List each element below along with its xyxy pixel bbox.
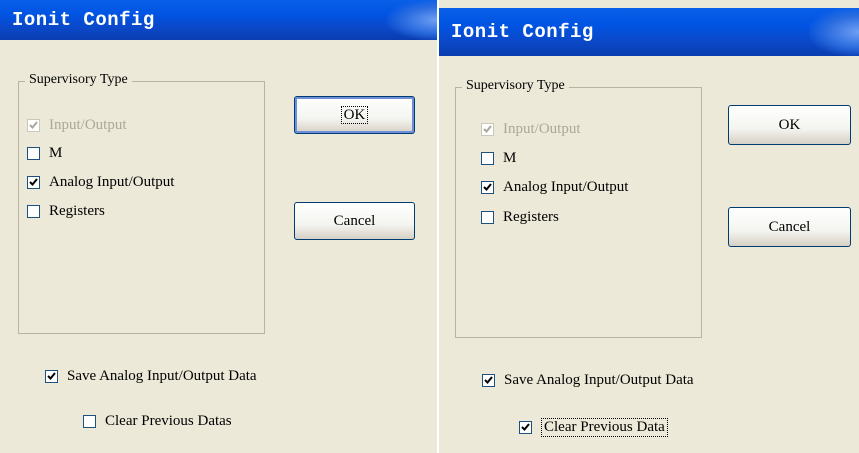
checkbox-save-analog-data[interactable]: Save Analog Input/Output Data [482,372,694,389]
checkbox-box[interactable] [27,205,40,218]
checkbox-label: Analog Input/Output [503,179,629,195]
checkbox-label: Save Analog Input/Output Data [67,368,257,384]
checkbox-box[interactable] [27,176,40,189]
ok-button[interactable]: OK [728,105,851,145]
checkbox-save-analog-data[interactable]: Save Analog Input/Output Data [45,368,257,385]
checkbox-label: Registers [49,203,105,219]
checkbox-analog-input-output[interactable]: Analog Input/Output [27,174,174,191]
checkbox-label: Input/Output [503,121,581,137]
checkbox-label: Clear Previous Datas [105,413,232,429]
checkbox-box[interactable] [27,147,40,160]
ok-button-label: OK [340,105,369,124]
checkbox-label: Registers [503,209,559,225]
checkbox-box[interactable] [27,119,40,132]
ok-button[interactable]: OK [294,96,415,134]
title-bar-highlight [387,0,437,40]
window-title: Ionit Config [451,21,594,43]
group-label: Supervisory Type [462,78,569,94]
checkbox-box[interactable] [83,415,96,428]
checkbox-registers[interactable]: Registers [27,203,105,220]
checkbox-input-output[interactable]: Input/Output [27,117,127,134]
checkbox-box[interactable] [481,123,494,136]
checkbox-label: Clear Previous Data [541,418,668,437]
cancel-button-label: Cancel [768,218,811,235]
group-label: Supervisory Type [25,72,132,88]
checkbox-box[interactable] [45,370,58,383]
checkbox-label: Input/Output [49,117,127,133]
checkbox-label: Save Analog Input/Output Data [504,372,694,388]
checkbox-clear-previous-data[interactable]: Clear Previous Data [519,418,668,437]
checkbox-label: M [503,150,517,166]
checkbox-box[interactable] [519,421,532,434]
checkbox-box[interactable] [481,152,494,165]
title-bar[interactable]: Ionit Config [439,8,859,56]
dialog-left: Ionit Config Supervisory Type Input/Outp… [0,0,437,453]
checkbox-clear-previous-data[interactable]: Clear Previous Datas [83,413,232,430]
ok-button-label: OK [778,116,801,133]
checkbox-box[interactable] [481,211,494,224]
checkbox-analog-input-output[interactable]: Analog Input/Output [481,179,628,196]
window-title: Ionit Config [12,9,155,31]
checkbox-registers[interactable]: Registers [481,209,559,226]
checkbox-m[interactable]: M [481,150,516,167]
cancel-button-label: Cancel [333,212,376,229]
cancel-button[interactable]: Cancel [728,207,851,247]
dialog-right: Ionit Config Supervisory Type Input/Outp… [439,0,859,453]
title-bar-highlight [809,8,859,56]
checkbox-box[interactable] [482,374,495,387]
checkbox-m[interactable]: M [27,145,62,162]
checkbox-label: M [49,145,63,161]
cancel-button[interactable]: Cancel [294,202,415,240]
checkbox-label: Analog Input/Output [49,174,175,190]
title-bar[interactable]: Ionit Config [0,0,437,40]
checkbox-input-output[interactable]: Input/Output [481,121,581,138]
checkbox-box[interactable] [481,181,494,194]
